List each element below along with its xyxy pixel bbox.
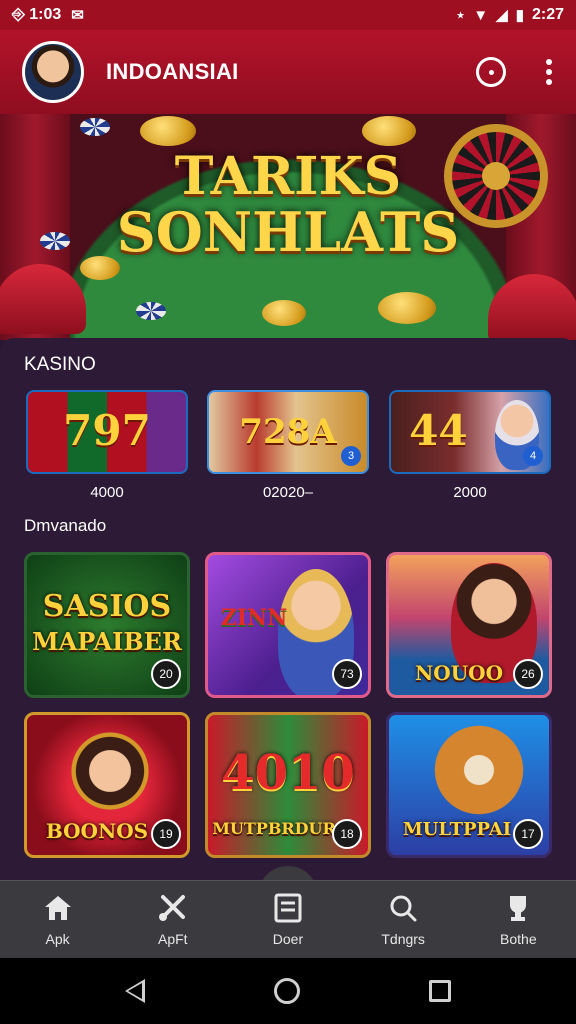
banner-title-line2: SONHLATS (116, 200, 460, 264)
game-card-2[interactable]: ZINN 73 (205, 552, 371, 698)
status-left-text: ⎆ 1:03 (12, 6, 62, 23)
nav-item-doer[interactable]: Doer (238, 893, 338, 947)
poker-chip-icon (136, 302, 166, 320)
battery-icon: ▮ (515, 7, 524, 24)
character-figure (65, 729, 155, 829)
tools-icon (158, 894, 185, 921)
character-figure (431, 725, 527, 825)
casino-slot-3[interactable]: 44 4 (389, 390, 551, 474)
status-bar: ⎆ 1:03 ✉ ⋆ ▼ ◢ ▮ 2:27 (0, 0, 576, 30)
slot-reel-text: 797 (63, 406, 151, 455)
game-card-5[interactable]: 4010 MUTPBRDUR 18 (205, 712, 371, 858)
slot-badge: 3 (341, 446, 361, 466)
back-icon[interactable] (124, 979, 145, 1003)
card-badge: 26 (513, 659, 543, 689)
search-icon (390, 895, 417, 921)
card-title-line1: 4010 (221, 745, 355, 801)
system-navigation-bar (0, 958, 576, 1024)
card-title-line1: SASIOS (42, 589, 172, 624)
card-badge: 19 (151, 819, 181, 849)
game-card-1[interactable]: SASIOS MAPAIBER 20 (24, 552, 190, 698)
avatar[interactable] (22, 41, 84, 103)
chair-left (0, 264, 86, 334)
coin-icon (262, 300, 306, 326)
signal-icon: ◢ (496, 7, 508, 24)
app-title: INDOANSIAI (106, 59, 239, 84)
casino-slot-2[interactable]: 728A 3 (207, 390, 369, 474)
card-badge: 18 (332, 819, 362, 849)
slot-caption-3: 2000 (453, 484, 487, 501)
document-icon (274, 893, 302, 922)
nav-item-bothe[interactable]: Bothe (468, 893, 568, 947)
nav-label: ApFt (157, 930, 188, 947)
nav-item-apft[interactable]: ApFt (123, 893, 223, 947)
game-card-4[interactable]: BOONOS 19 (24, 712, 190, 858)
coin-icon (378, 292, 436, 324)
home-circle-icon[interactable] (273, 978, 300, 1004)
casino-slot-1[interactable]: 797 (26, 390, 188, 474)
app-bar: INDOANSIAI (0, 30, 576, 114)
nav-item-tdngrs[interactable]: Tdngrs (353, 893, 453, 947)
more-options-icon[interactable] (540, 57, 558, 87)
wifi-icon: ▼ (473, 6, 489, 24)
slot-reel-text: 44 (409, 406, 468, 455)
nav-label: Doer (272, 930, 304, 947)
coin-icon (362, 116, 416, 146)
section-title-casino: KASINO (24, 354, 96, 375)
recent-apps-icon[interactable] (429, 980, 452, 1002)
banner-title: TARIKS SONHLATS (0, 146, 576, 264)
trophy-icon (510, 895, 527, 921)
banner-title-line1: TARIKS (174, 146, 402, 207)
slot-caption-2: 02020– (262, 484, 314, 501)
slot-caption-1: 4000 (90, 484, 124, 501)
status-time: 2:27 (531, 6, 564, 23)
home-icon (44, 895, 71, 920)
chair-right (488, 274, 576, 340)
coin-icon (140, 116, 196, 146)
card-title-line1: ZINN (220, 605, 288, 631)
game-card-6[interactable]: MULTPPAI 17 (386, 712, 552, 858)
game-card-3[interactable]: NOUOO 26 (386, 552, 552, 698)
bluetooth-icon: ⋆ (455, 7, 466, 24)
section-title-promo: Dmvanado (24, 516, 107, 535)
poker-chip-icon (80, 118, 110, 136)
hero-banner[interactable]: TARIKS SONHLATS (0, 114, 576, 340)
bottom-navigation: Apk ApFt Doer Tdngrs Bothe (0, 880, 576, 958)
card-badge: 17 (513, 819, 543, 849)
nav-item-apk[interactable]: Apk (8, 893, 108, 947)
slot-badge: 4 (523, 446, 543, 466)
nav-label: Tdngrs (381, 930, 425, 947)
card-badge: 73 (332, 659, 362, 689)
card-badge: 20 (151, 659, 181, 689)
content-panel: KASINO 797 4000 728A 3 02020– 44 4 2000 … (0, 338, 576, 883)
notification-icon: ✉ (71, 7, 84, 24)
nav-label: Apk (45, 930, 70, 947)
chat-icon[interactable] (476, 57, 506, 87)
slot-reel-text: 728A (239, 412, 337, 452)
card-title-line2: MAPAIBER (32, 627, 182, 656)
nav-label: Bothe (500, 930, 537, 947)
